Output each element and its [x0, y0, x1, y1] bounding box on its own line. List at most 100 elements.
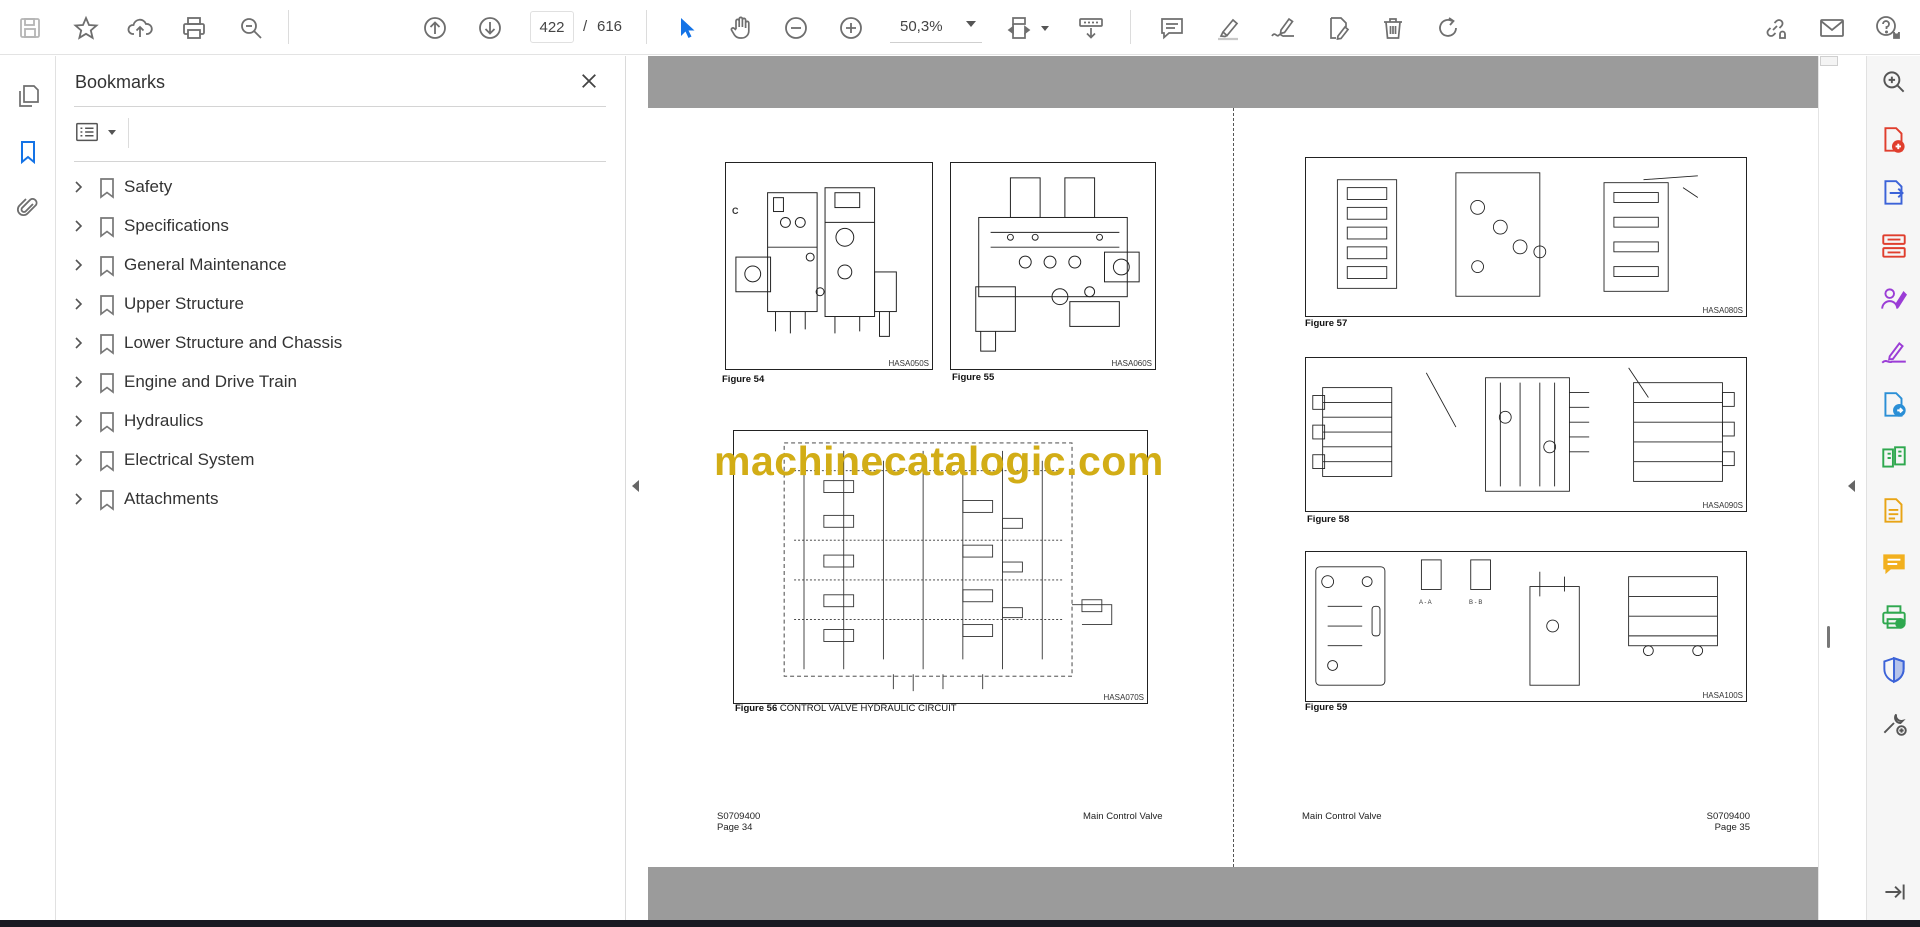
expand-panel-icon[interactable] [1876, 874, 1912, 910]
figure-55-caption: Figure 55 [952, 372, 995, 383]
sign-icon[interactable] [1263, 8, 1303, 48]
bookmark-label: General Maintenance [124, 255, 287, 274]
scan-icon[interactable] [1876, 493, 1912, 529]
share-link-icon[interactable] [1755, 8, 1795, 48]
chevron-right-icon[interactable] [71, 336, 85, 350]
page-number-input[interactable] [530, 11, 574, 43]
bookmark-icon [100, 334, 114, 355]
chevron-right-icon[interactable] [71, 492, 85, 506]
figure-54-caption: Figure 54 [722, 374, 765, 385]
star-icon[interactable] [66, 8, 106, 48]
scrollbar-thumb[interactable] [1820, 56, 1838, 66]
send-for-review-icon[interactable] [1876, 387, 1912, 423]
bookmark-icon [100, 412, 114, 433]
export-pdf-icon[interactable] [1876, 175, 1912, 211]
bookmark-icon [100, 178, 114, 199]
save-icon[interactable] [10, 8, 50, 48]
doc-code: S0709400 [717, 811, 761, 822]
more-tools-icon[interactable] [1876, 705, 1912, 741]
page-separator: / [583, 18, 588, 35]
bookmark-item-general-maintenance[interactable]: General Maintenance [56, 246, 626, 285]
bookmark-item-engine-drive-train[interactable]: Engine and Drive Train [56, 363, 626, 402]
bookmark-icon [100, 217, 114, 238]
bookmark-item-lower-structure[interactable]: Lower Structure and Chassis [56, 324, 626, 363]
figure-56-caption-text: CONTROL VALVE HYDRAULIC CIRCUIT [779, 703, 957, 714]
bookmark-list: Safety Specifications General Maintenanc… [56, 168, 626, 519]
page-up-icon[interactable] [415, 8, 455, 48]
highlight-icon[interactable] [1208, 8, 1248, 48]
close-icon[interactable] [576, 68, 602, 94]
figure-56-code: HASA070S [1103, 693, 1144, 702]
chevron-right-icon[interactable] [71, 258, 85, 272]
chevron-right-icon[interactable] [71, 297, 85, 311]
attachment-icon[interactable] [8, 187, 48, 227]
bookmark-icon [100, 256, 114, 277]
page-thumbnails-icon[interactable] [8, 76, 48, 116]
bookmark-icon [100, 451, 114, 472]
collapse-left-panel-icon[interactable] [632, 480, 639, 492]
comment-tool-icon[interactable] [1876, 546, 1912, 582]
organize-pages-icon[interactable] [1876, 228, 1912, 264]
bookmark-item-safety[interactable]: Safety [56, 168, 626, 207]
bookmark-item-upper-structure[interactable]: Upper Structure [56, 285, 626, 324]
zoom-level-dropdown[interactable]: 50,3% [890, 11, 982, 43]
request-signature-icon[interactable] [1876, 281, 1912, 317]
upload-cloud-icon[interactable] [120, 8, 160, 48]
bookmark-item-attachments[interactable]: Attachments [56, 480, 626, 519]
print-production-icon[interactable] [1876, 599, 1912, 635]
figure-57-image: HASA080S [1305, 157, 1747, 317]
section-label-a: A - A [1419, 600, 1432, 606]
horizontal-scroll-indicator[interactable] [1827, 626, 1830, 648]
hand-icon[interactable] [721, 8, 761, 48]
chevron-right-icon[interactable] [71, 414, 85, 428]
zoom-search-icon[interactable] [231, 8, 271, 48]
chevron-down-icon[interactable] [1041, 26, 1049, 31]
section-label-b: B - B [1469, 600, 1483, 606]
chevron-right-icon[interactable] [71, 375, 85, 389]
fit-page-icon[interactable] [999, 8, 1039, 48]
chevron-right-icon[interactable] [71, 180, 85, 194]
bookmark-options-button[interactable] [74, 116, 122, 148]
select-arrow-icon[interactable] [667, 8, 707, 48]
protect-icon[interactable] [1876, 652, 1912, 688]
zoom-out-icon[interactable] [776, 8, 816, 48]
compare-icon[interactable] [1876, 440, 1912, 476]
print-icon[interactable] [174, 8, 214, 48]
help-account-icon[interactable] [1868, 8, 1908, 48]
list-options-icon [76, 122, 98, 142]
bookmark-item-hydraulics[interactable]: Hydraulics [56, 402, 626, 441]
bookmark-item-electrical-system[interactable]: Electrical System [56, 441, 626, 480]
bookmark-item-specifications[interactable]: Specifications [56, 207, 626, 246]
edit-pdf-icon[interactable] [1318, 8, 1358, 48]
page-down-icon[interactable] [470, 8, 510, 48]
figure-56-caption-number: Figure 56 [735, 703, 778, 714]
rotate-icon[interactable] [1428, 8, 1468, 48]
vertical-scrollbar[interactable] [1818, 56, 1842, 920]
comment-icon[interactable] [1152, 8, 1192, 48]
figure-54-label: C [732, 206, 739, 216]
page-boundary [1233, 108, 1234, 867]
bookmark-icon [100, 295, 114, 316]
bookmark-icon [100, 373, 114, 394]
delete-icon[interactable] [1373, 8, 1413, 48]
collapse-right-panel-icon[interactable] [1848, 480, 1855, 492]
figure-56-caption: Figure 56 CONTROL VALVE HYDRAULIC CIRCUI… [735, 703, 957, 714]
page-total: 616 [597, 18, 623, 35]
chevron-right-icon[interactable] [71, 219, 85, 233]
bookmark-label: Hydraulics [124, 411, 204, 430]
figure-59-image: A - A B - B HASA100S [1305, 551, 1747, 702]
scroll-mode-icon[interactable] [1071, 8, 1111, 48]
top-toolbar: / 616 50,3% [0, 0, 1920, 55]
bookmark-icon [100, 490, 114, 511]
right-page-footer-doc-code: S0709400 Page 35 [1700, 811, 1750, 833]
chevron-down-icon [108, 130, 116, 135]
zoom-in-icon[interactable] [831, 8, 871, 48]
zoom-tool-icon[interactable] [1876, 64, 1912, 100]
email-icon[interactable] [1812, 8, 1852, 48]
bookmark-panel-icon[interactable] [8, 132, 48, 172]
chevron-right-icon[interactable] [71, 453, 85, 467]
options-separator [128, 118, 129, 148]
fill-sign-icon[interactable] [1876, 334, 1912, 370]
create-pdf-icon[interactable] [1876, 122, 1912, 158]
page-gap [648, 56, 1818, 108]
